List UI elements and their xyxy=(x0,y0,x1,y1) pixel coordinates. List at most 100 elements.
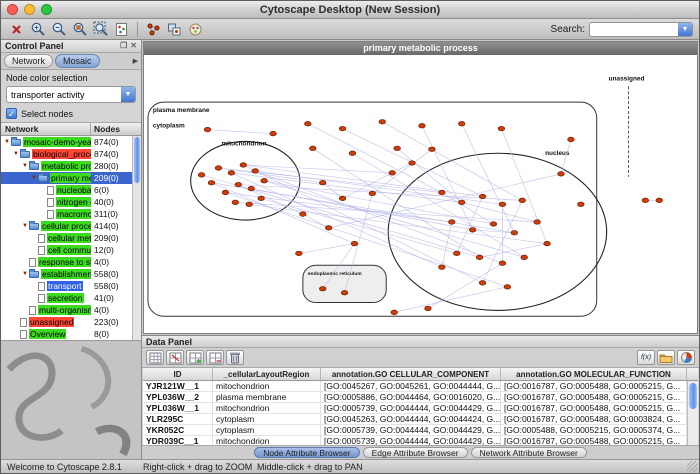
column-header-annotation-go-molecular-function[interactable]: annotation.GO MOLECULAR_FUNCTION xyxy=(501,368,687,380)
table-row[interactable]: YLR295Ccytoplasm[GO:0045263, GO:0044444,… xyxy=(143,414,698,425)
graphics-details-icon[interactable] xyxy=(112,20,131,38)
resize-grip[interactable] xyxy=(687,461,698,472)
network-node[interactable] xyxy=(642,198,649,203)
tab-network-attribute-browser[interactable]: Network Attribute Browser xyxy=(471,447,587,458)
table-row[interactable]: YPL036W__2plasma membrane[GO:0005886, GO… xyxy=(143,392,698,403)
zoom-fit-icon[interactable] xyxy=(91,20,110,38)
network-node[interactable] xyxy=(369,191,376,196)
new-attribute-icon[interactable] xyxy=(186,350,204,365)
network-node[interactable] xyxy=(511,231,518,236)
zoom-in-icon[interactable] xyxy=(28,20,47,38)
network-canvas[interactable]: plasma membranecytoplasmmitochondrionnuc… xyxy=(144,55,697,333)
network-node[interactable] xyxy=(325,226,332,231)
network-node[interactable] xyxy=(351,241,358,246)
destroy-network-icon[interactable] xyxy=(7,20,26,38)
tab-mosaic[interactable]: Mosaic xyxy=(55,54,100,68)
network-edge[interactable] xyxy=(480,244,548,258)
tab-node-attribute-browser[interactable]: Node Attribute Browser xyxy=(254,447,359,458)
select-nodes-option[interactable]: ✓ Select nodes xyxy=(1,105,141,122)
close-panel-icon[interactable]: ✕ xyxy=(130,42,137,50)
tree-item-biological-process[interactable]: ▼biological_process874(0) xyxy=(1,148,141,160)
network-node[interactable] xyxy=(425,306,432,311)
zoom-selected-icon[interactable] xyxy=(70,20,89,38)
network-node[interactable] xyxy=(469,228,476,233)
network-node[interactable] xyxy=(261,178,268,183)
network-node[interactable] xyxy=(252,169,259,174)
network-node[interactable] xyxy=(558,172,565,177)
network-edge[interactable] xyxy=(313,148,480,257)
network-node[interactable] xyxy=(240,163,247,168)
column-header-cellularlayoutregion[interactable]: _cellularLayoutRegion xyxy=(213,368,321,380)
network-edge[interactable] xyxy=(352,153,524,257)
network-node[interactable] xyxy=(499,261,506,266)
tree-item-response-to-stimulus[interactable]: response to stimulus4(0) xyxy=(1,256,141,268)
attribute-select[interactable]: transporter activity ▼ xyxy=(6,86,136,103)
delete-attribute-icon[interactable] xyxy=(206,350,224,365)
network-node[interactable] xyxy=(296,251,303,256)
network-node[interactable] xyxy=(339,196,346,201)
network-node[interactable] xyxy=(258,196,265,201)
network-node[interactable] xyxy=(319,180,326,185)
network-node[interactable] xyxy=(300,212,307,217)
expand-arrow-icon[interactable]: ▼ xyxy=(22,271,29,277)
search-dropdown-icon[interactable]: ▼ xyxy=(678,23,692,36)
tree-item-cellular-process[interactable]: ▼cellular process414(0) xyxy=(1,220,141,232)
tree-item-secretion[interactable]: secretion41(0) xyxy=(1,292,141,304)
import-attributes-icon[interactable] xyxy=(657,350,675,365)
network-edge[interactable] xyxy=(208,130,274,134)
network-node[interactable] xyxy=(419,123,426,128)
expand-arrow-icon[interactable]: ▼ xyxy=(31,175,38,181)
window-titlebar[interactable]: Cytoscape Desktop (New Session) xyxy=(1,1,699,19)
network-node[interactable] xyxy=(235,182,242,187)
network-node[interactable] xyxy=(458,200,465,205)
network-node[interactable] xyxy=(490,222,497,227)
tree-item-primary-metabolic[interactable]: ▼primary metabolic209(0) xyxy=(1,172,141,184)
table-scrollbar-thumb[interactable] xyxy=(689,383,697,409)
network-node[interactable] xyxy=(544,241,551,246)
network-edge[interactable] xyxy=(212,183,355,244)
network-node[interactable] xyxy=(656,198,663,203)
table-scrollbar[interactable] xyxy=(687,381,698,445)
table-row[interactable]: YDR039C__1mitochondrion[GO:0005739, GO:0… xyxy=(143,436,698,445)
tree-item-transport[interactable]: transport558(0) xyxy=(1,280,141,292)
chart-icon[interactable] xyxy=(677,350,695,365)
trash-icon[interactable] xyxy=(226,350,244,365)
tree-item-cellular-metaboli[interactable]: cellular metaboli209(0) xyxy=(1,232,141,244)
network-node[interactable] xyxy=(519,198,526,203)
tree-item-nitrogen-compou[interactable]: nitrogen compou40(0) xyxy=(1,196,141,208)
tree-item-metabolic-process[interactable]: ▼metabolic process280(0) xyxy=(1,160,141,172)
network-edge[interactable] xyxy=(422,126,473,230)
network-node[interactable] xyxy=(439,265,446,270)
network-edge[interactable] xyxy=(343,173,393,199)
select-nodes-checkbox[interactable]: ✓ xyxy=(6,108,17,119)
tree-column-network[interactable]: Network xyxy=(1,123,91,135)
first-neighbors-icon[interactable] xyxy=(144,20,163,38)
network-edge[interactable] xyxy=(428,263,502,308)
network-node[interactable] xyxy=(499,202,506,207)
table-row[interactable]: YJR121W__1mitochondrion[GO:0045267, GO:0… xyxy=(143,381,698,392)
expand-arrow-icon[interactable]: ▼ xyxy=(4,139,11,145)
network-node[interactable] xyxy=(339,126,346,131)
network-node[interactable] xyxy=(349,151,356,156)
network-node[interactable] xyxy=(391,310,398,315)
search-text-input[interactable] xyxy=(590,23,674,35)
network-node[interactable] xyxy=(208,180,215,185)
network-node[interactable] xyxy=(341,290,348,295)
network-node[interactable] xyxy=(479,194,486,199)
network-node[interactable] xyxy=(498,126,505,131)
float-panel-icon[interactable]: ❐ xyxy=(120,42,127,50)
tree-item-establishment-of-l[interactable]: ▼establishment of l558(0) xyxy=(1,268,141,280)
network-edge[interactable] xyxy=(218,168,322,183)
tree-item-macromolecule[interactable]: macromolecule311(0) xyxy=(1,208,141,220)
tree-item-cell-communicati[interactable]: cell communicati12(0) xyxy=(1,244,141,256)
tree-scrollbar-thumb[interactable] xyxy=(134,137,140,183)
network-node[interactable] xyxy=(534,220,541,225)
tab-overflow-arrow-icon[interactable]: ▶ xyxy=(133,57,138,65)
network-node[interactable] xyxy=(429,147,436,152)
tree-item-overview[interactable]: Overview8(0) xyxy=(1,328,141,340)
network-edge[interactable] xyxy=(329,174,561,228)
network-node[interactable] xyxy=(578,202,585,207)
network-node[interactable] xyxy=(521,255,528,260)
network-node[interactable] xyxy=(439,190,446,195)
unselect-attributes-icon[interactable] xyxy=(166,350,184,365)
